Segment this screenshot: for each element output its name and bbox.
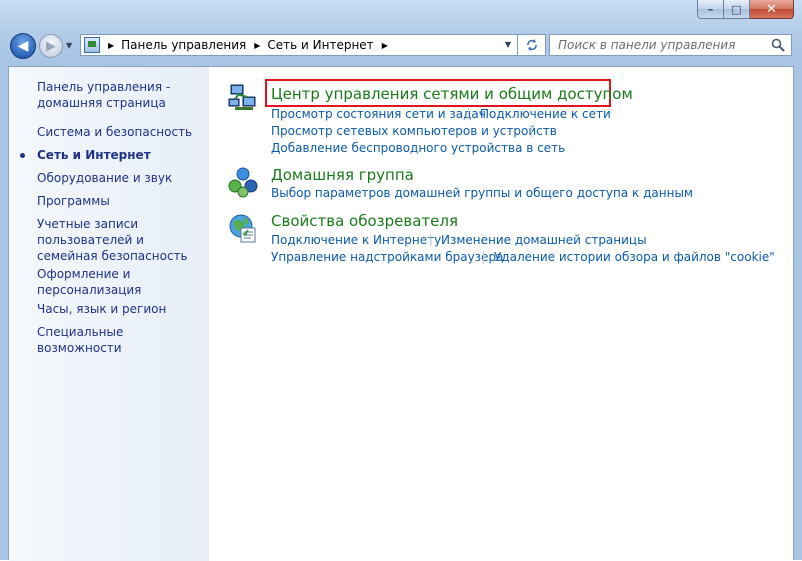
search-box[interactable]: Поиск в панели управления (549, 34, 792, 56)
search-input[interactable]: Поиск в панели управления (558, 38, 771, 52)
link-divider (483, 251, 484, 264)
sidebar-item-system-security[interactable]: Система и безопасность (37, 124, 202, 140)
search-icon[interactable] (771, 38, 785, 52)
sidebar-item-clock-language[interactable]: Часы, язык и регион (37, 301, 202, 317)
internet-options-icon (229, 214, 256, 243)
address-dropdown-icon[interactable]: ▼ (505, 40, 511, 49)
sidebar-item-network-internet: Сеть и Интернет (37, 148, 151, 162)
homegroup-title[interactable]: Домашняя группа (271, 166, 414, 184)
minimize-button[interactable]: – (697, 0, 724, 19)
internet-options-title[interactable]: Свойства обозревателя (271, 212, 458, 230)
link-divider (430, 234, 431, 247)
sidebar-item-appearance[interactable]: Оформление и персонализация (37, 266, 202, 298)
network-sharing-center-title[interactable]: Центр управления сетями и общим доступом (271, 85, 633, 103)
forward-button[interactable]: ▶ (39, 34, 63, 58)
sidebar-item-user-accounts[interactable]: Учетные записи пользователей и семейная … (37, 216, 202, 264)
network-center-icon (228, 84, 256, 110)
homegroup-options-link[interactable]: Выбор параметров домашней группы и общег… (271, 186, 693, 200)
link-divider (468, 108, 469, 121)
back-button[interactable]: ◀ (10, 33, 36, 59)
delete-browsing-history-link[interactable]: Удаление истории обзора и файлов "cookie… (494, 250, 775, 264)
maximize-button[interactable]: □ (724, 0, 750, 19)
breadcrumb-separator-icon[interactable]: ▶ (382, 41, 388, 50)
navigation-bar: ◀ ▶ ▼ ▶ Панель управления ▶ Сеть и Интер… (0, 28, 802, 64)
sidebar-item-home[interactable]: Панель управления - домашняя страница (37, 79, 202, 111)
change-homepage-link[interactable]: Изменение домашней страницы (441, 233, 647, 247)
window-frame: – □ ✕ ◀ ▶ ▼ ▶ Панель управления ▶ Сеть и… (0, 0, 802, 561)
caption-buttons: – □ ✕ (697, 0, 794, 20)
sidebar: Панель управления - домашняя страница Си… (9, 67, 209, 561)
minimize-icon: – (707, 2, 714, 16)
manage-browser-addons-link[interactable]: Управление надстройками браузера (271, 250, 503, 264)
forward-arrow-icon: ▶ (46, 38, 56, 54)
breadcrumb-separator-icon[interactable]: ▶ (254, 41, 260, 50)
homegroup-icon (228, 167, 258, 198)
view-network-status-link[interactable]: Просмотр состояния сети и задач (271, 107, 486, 121)
breadcrumb-control-panel[interactable]: Панель управления (121, 38, 246, 52)
sidebar-item-accessibility[interactable]: Специальные возможности (37, 324, 202, 356)
refresh-button[interactable] (518, 34, 546, 56)
sidebar-item-hardware-sound[interactable]: Оборудование и звук (37, 170, 202, 186)
close-button[interactable]: ✕ (750, 0, 794, 19)
maximize-icon: □ (731, 2, 742, 16)
add-wireless-device-link[interactable]: Добавление беспроводного устройства в се… (271, 141, 565, 155)
connect-to-internet-link[interactable]: Подключение к Интернету (271, 233, 441, 247)
address-bar[interactable]: ▶ Панель управления ▶ Сеть и Интернет ▶ … (80, 34, 518, 56)
recent-pages-dropdown-icon[interactable]: ▼ (66, 41, 72, 50)
breadcrumb: ▶ Панель управления ▶ Сеть и Интернет ▶ (100, 38, 395, 52)
refresh-icon (526, 39, 537, 51)
content-area: Панель управления - домашняя страница Си… (8, 66, 794, 561)
current-page-bullet-icon (20, 153, 25, 158)
control-panel-icon (84, 37, 100, 53)
back-arrow-icon: ◀ (17, 38, 29, 54)
breadcrumb-separator-icon[interactable]: ▶ (108, 41, 114, 50)
link-divider (531, 125, 532, 138)
view-network-computers-link[interactable]: Просмотр сетевых компьютеров и устройств (271, 124, 557, 138)
sidebar-item-programs[interactable]: Программы (37, 193, 202, 209)
close-icon: ✕ (766, 1, 777, 17)
breadcrumb-network-internet[interactable]: Сеть и Интернет (267, 38, 373, 52)
connect-to-network-link[interactable]: Подключение к сети (480, 107, 611, 121)
